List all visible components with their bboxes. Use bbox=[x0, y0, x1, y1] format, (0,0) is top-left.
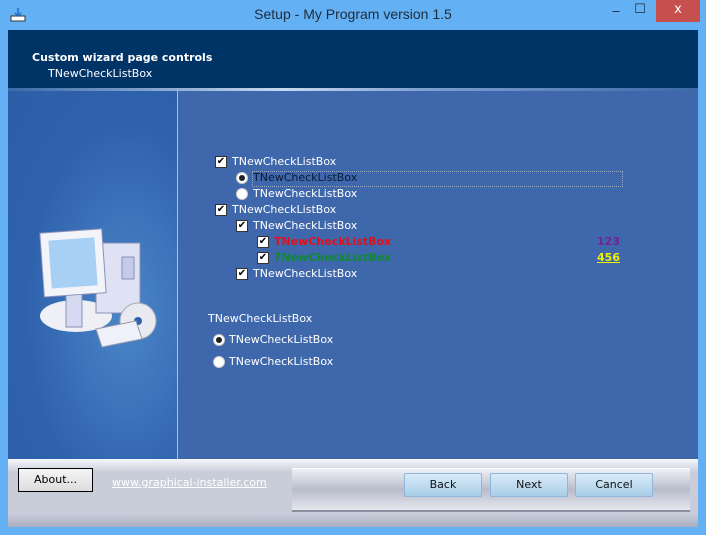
option-label: TNewCheckListBox bbox=[229, 333, 334, 346]
radio-unselected[interactable] bbox=[213, 356, 225, 368]
item-label: TNewCheckListBox bbox=[274, 251, 392, 264]
item-label: TNewCheckListBox bbox=[232, 155, 337, 168]
checkbox-checked[interactable]: ✔ bbox=[257, 236, 269, 248]
maximize-button[interactable]: ☐ bbox=[630, 2, 650, 24]
back-button[interactable]: Back bbox=[404, 473, 482, 497]
item-subvalue: 123 bbox=[597, 235, 620, 248]
wizard-side-image bbox=[8, 91, 178, 459]
page-subtitle: TNewCheckListBox bbox=[48, 67, 153, 80]
item-subvalue: 456 bbox=[597, 251, 620, 264]
item-label: TNewCheckListBox bbox=[253, 171, 358, 184]
website-link[interactable]: www.graphical-installer.com bbox=[112, 476, 267, 489]
wizard-header: Custom wizard page controls TNewCheckLis… bbox=[8, 30, 698, 88]
checklist-item[interactable]: ✔ TNewCheckListBox 456 bbox=[257, 250, 623, 266]
checkbox-checked[interactable]: ✔ bbox=[236, 220, 248, 232]
window-title: Setup - My Program version 1.5 bbox=[254, 6, 452, 22]
radio-group-label: TNewCheckListBox bbox=[208, 312, 313, 325]
about-button[interactable]: About... bbox=[18, 468, 93, 492]
checkbox-checked[interactable]: ✔ bbox=[215, 156, 227, 168]
minimize-button[interactable]: ‒ bbox=[606, 4, 626, 26]
checkbox-checked[interactable]: ✔ bbox=[257, 252, 269, 264]
item-label: TNewCheckListBox bbox=[253, 219, 358, 232]
page-title: Custom wizard page controls bbox=[32, 51, 213, 64]
close-button[interactable]: x bbox=[656, 0, 700, 22]
item-label: TNewCheckListBox bbox=[274, 235, 392, 248]
checklist-item[interactable]: ✔ TNewCheckListBox 123 bbox=[257, 234, 623, 250]
option-label: TNewCheckListBox bbox=[229, 355, 334, 368]
checkbox-checked[interactable]: ✔ bbox=[236, 268, 248, 280]
checkbox-checked[interactable]: ✔ bbox=[215, 204, 227, 216]
radio-selected[interactable] bbox=[213, 334, 225, 346]
item-label: TNewCheckListBox bbox=[232, 203, 337, 216]
item-label: TNewCheckListBox bbox=[253, 267, 358, 280]
radio-selected[interactable] bbox=[236, 172, 248, 184]
computer-icon bbox=[39, 228, 157, 348]
item-label: TNewCheckListBox bbox=[253, 187, 358, 200]
cancel-button[interactable]: Cancel bbox=[575, 473, 653, 497]
radio-unselected[interactable] bbox=[236, 188, 248, 200]
next-button[interactable]: Next bbox=[490, 473, 568, 497]
